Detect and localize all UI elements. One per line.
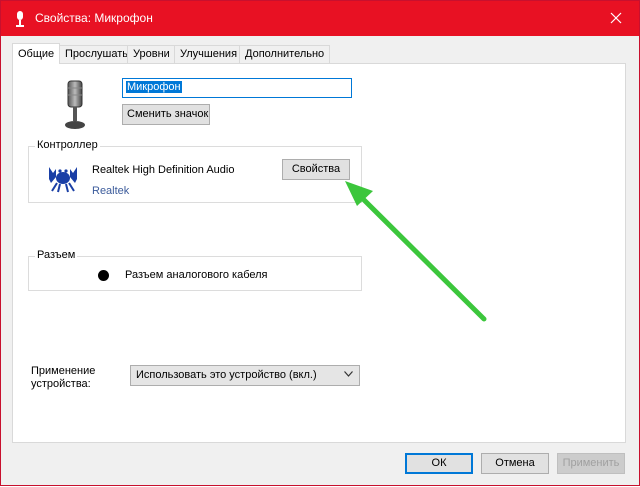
chevron-down-icon — [344, 371, 353, 377]
tab-listen[interactable]: Прослушать — [59, 45, 135, 63]
tab-general[interactable]: Общие — [12, 43, 61, 64]
controller-group-label: Контроллер — [35, 139, 100, 151]
jack-color-dot-icon — [98, 270, 109, 281]
change-icon-button[interactable]: Сменить значок — [122, 104, 210, 125]
jack-label: Разъем аналогового кабеля — [125, 269, 268, 281]
general-tab-panel: Микрофон Сменить значок Контроллер Realt… — [12, 63, 626, 443]
window-title: Свойства: Микрофон — [35, 11, 153, 25]
microphone-icon — [16, 11, 24, 27]
tab-advanced[interactable]: Дополнительно — [239, 45, 331, 63]
tab-enhancements[interactable]: Улучшения — [174, 45, 244, 63]
controller-properties-button[interactable]: Свойства — [282, 159, 350, 180]
realtek-crab-icon — [49, 167, 77, 193]
device-name-value: Микрофон — [126, 81, 182, 93]
apply-button: Применить — [557, 453, 625, 474]
close-button[interactable] — [594, 1, 639, 36]
close-icon — [610, 12, 622, 24]
driver-name: Realtek High Definition Audio — [92, 164, 235, 176]
controller-group: Контроллер Realtek High Definition Audio… — [28, 139, 362, 203]
device-usage-label: Применение устройства: — [31, 365, 95, 391]
driver-vendor-link[interactable]: Realtek — [92, 185, 129, 197]
ok-button[interactable]: ОК — [405, 453, 473, 474]
properties-window: Свойства: Микрофон Общие Прослушать Уров… — [0, 0, 640, 486]
tab-levels[interactable]: Уровни — [127, 45, 176, 63]
device-usage-label-line1: Применение — [31, 365, 96, 377]
device-usage-selected: Использовать это устройство (вкл.) — [136, 369, 317, 381]
device-usage-label-line2: устройства: — [31, 378, 91, 390]
microphone-device-icon — [65, 80, 85, 129]
cancel-button[interactable]: Отмена — [481, 453, 549, 474]
device-usage-select[interactable]: Использовать это устройство (вкл.) — [130, 365, 360, 386]
jack-group: Разъем Разъем аналогового кабеля — [28, 249, 362, 291]
title-bar[interactable]: Свойства: Микрофон — [1, 1, 639, 36]
jack-group-label: Разъем — [35, 249, 78, 261]
device-name-input[interactable]: Микрофон — [122, 78, 352, 98]
